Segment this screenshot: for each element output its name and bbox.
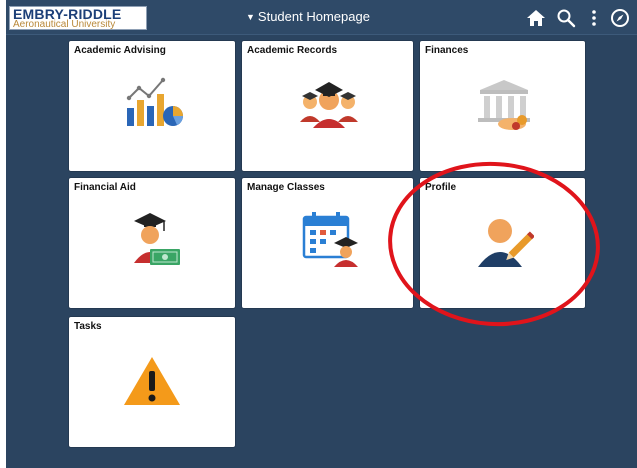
tile-manage-classes[interactable]: Manage Classes <box>242 178 413 308</box>
student-homepage: EMBRY-RIDDLE Aeronautical University ▼ St… <box>6 0 637 468</box>
search-icon[interactable] <box>556 8 576 28</box>
bank-icon <box>478 80 530 130</box>
tile-financial-aid[interactable]: Financial Aid <box>69 178 235 308</box>
tile-academic-advising[interactable]: Academic Advising <box>69 41 235 171</box>
logo-subtitle: Aeronautical University <box>13 19 116 30</box>
page-title: Student Homepage <box>257 9 370 24</box>
tile-profile[interactable]: Profile <box>420 178 585 308</box>
profile-icon <box>478 219 534 267</box>
graduate-money-icon <box>134 213 180 265</box>
header-bar: EMBRY-RIDDLE Aeronautical University ▼ St… <box>6 0 637 35</box>
graduates-icon <box>300 82 358 128</box>
tile-label: Academic Records <box>247 45 338 56</box>
caret-down-icon: ▼ <box>246 12 255 22</box>
tile-label: Finances <box>425 45 469 56</box>
calendar-icon <box>302 212 358 267</box>
compass-icon[interactable] <box>610 8 630 28</box>
tile-tasks[interactable]: Tasks <box>69 317 235 447</box>
tile-finances[interactable]: Finances <box>420 41 585 171</box>
tile-academic-records[interactable]: Academic Records <box>242 41 413 171</box>
tile-label: Tasks <box>74 321 102 332</box>
university-logo[interactable]: EMBRY-RIDDLE Aeronautical University <box>9 6 147 30</box>
chart-icon <box>126 77 183 126</box>
homepage-selector[interactable]: ▼ Student Homepage <box>246 9 370 24</box>
warning-icon <box>124 357 180 405</box>
tile-label: Profile <box>425 182 457 193</box>
home-icon[interactable] <box>526 8 546 28</box>
tile-label: Financial Aid <box>74 182 136 193</box>
tile-label: Manage Classes <box>247 182 325 193</box>
more-vertical-icon[interactable] <box>584 8 604 28</box>
tile-label: Academic Advising <box>74 45 166 56</box>
